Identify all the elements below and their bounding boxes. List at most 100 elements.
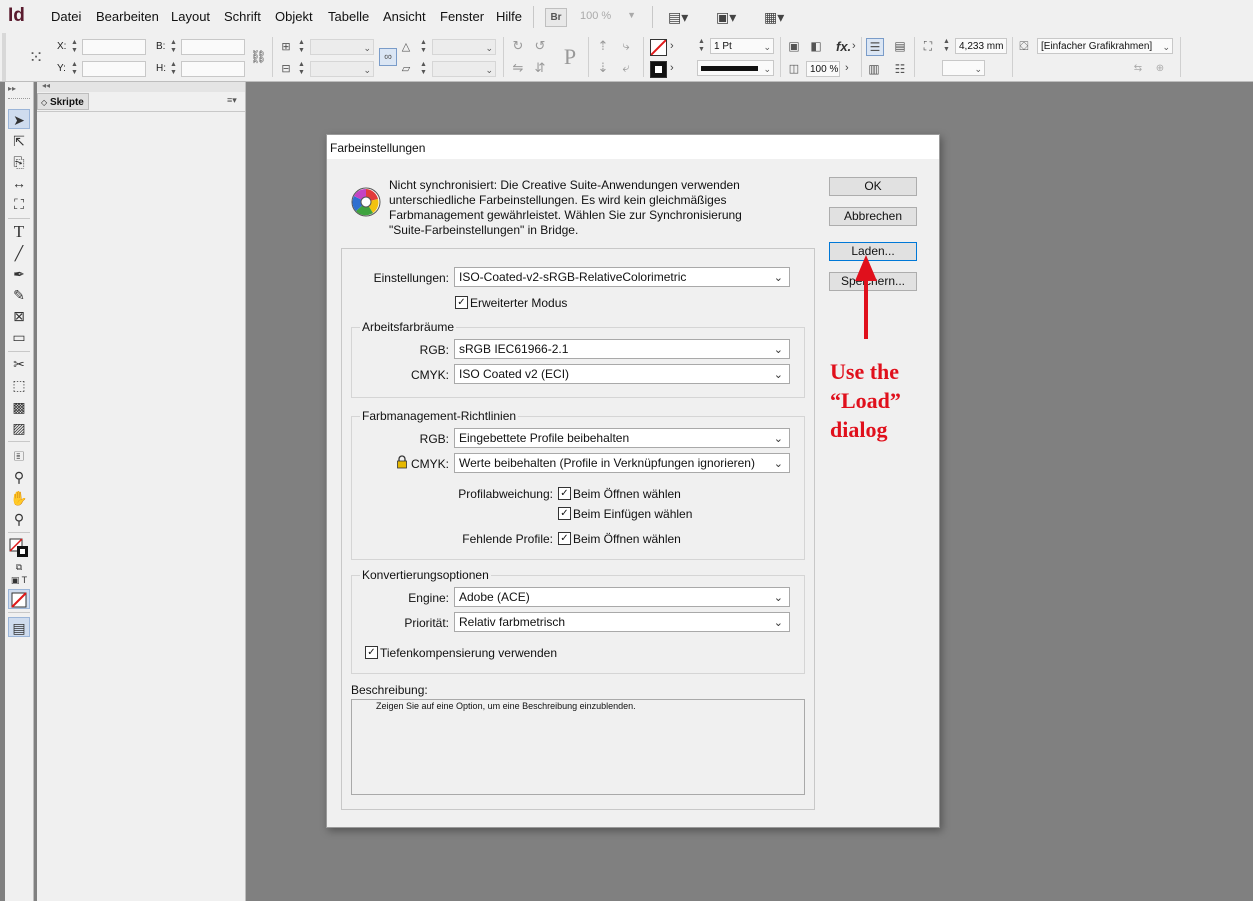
scale-x-field[interactable]: ⌄ [310, 39, 374, 55]
arrange-documents-icon[interactable]: ▦▾ [764, 9, 792, 25]
mismatch-ask-paste-checkbox[interactable]: ✓ [558, 507, 571, 520]
screen-mode-icon[interactable]: ▣▾ [716, 9, 744, 25]
corner-options-icon[interactable]: ⛶ [920, 38, 936, 54]
content-collector-icon[interactable]: ⛶ [8, 194, 30, 214]
height-field[interactable] [181, 61, 245, 77]
panel-menu-icon[interactable]: ≡▾ [227, 95, 237, 106]
view-options-icon[interactable]: ▤▾ [668, 9, 696, 25]
rectangle-tool-icon[interactable]: ▭ [8, 327, 30, 347]
scissors-tool-icon[interactable]: ✂ [8, 354, 30, 374]
policy-rgb-select[interactable]: Eingebettete Profile beibehalten ⌄ [454, 428, 790, 448]
spacing-field[interactable]: 4,233 mm [955, 38, 1007, 54]
menu-datei[interactable]: Datei [51, 9, 81, 24]
flip-vertical-icon[interactable]: ⇵ [532, 60, 548, 76]
select-content-icon[interactable]: ⇣ [595, 60, 611, 76]
object-style-select[interactable]: [Einfacher Grafikrahmen] ⌄ [1037, 38, 1173, 54]
opacity-field[interactable]: 100 % [806, 61, 840, 77]
control-bar-gripper[interactable] [2, 33, 6, 81]
h-spinner[interactable]: ▲ ▼ [169, 61, 178, 77]
stroke-weight-spinner[interactable]: ▲ ▼ [697, 38, 706, 54]
corner-shape-select[interactable]: ⌄ [942, 60, 985, 76]
mismatch-ask-open-checkbox[interactable]: ✓ [558, 487, 571, 500]
rotate-field[interactable]: ⌄ [432, 39, 496, 55]
fx-menu-arrow-icon[interactable]: › [852, 40, 856, 52]
scale-y-field[interactable]: ⌄ [310, 61, 374, 77]
new-style-icon[interactable]: ⊕ [1152, 61, 1168, 77]
ok-button[interactable]: OK [829, 177, 917, 196]
rectangle-frame-tool-icon[interactable]: ⊠ [8, 306, 30, 326]
note-tool-icon[interactable]: 🗉 [8, 446, 30, 466]
collapse-toolbar-icon[interactable]: ▸▸ [8, 84, 16, 93]
menu-objekt[interactable]: Objekt [275, 9, 313, 24]
stroke-swatch[interactable] [650, 61, 667, 78]
settings-select[interactable]: ISO-Coated-v2-sRGB-RelativeColorimetric … [454, 267, 790, 287]
gradient-swatch-tool-icon[interactable]: ▩ [8, 397, 30, 417]
rotate-ccw-icon[interactable]: ↺ [532, 38, 548, 54]
menu-ansicht[interactable]: Ansicht [383, 9, 426, 24]
line-tool-icon[interactable]: ╱ [8, 243, 30, 263]
menu-tabelle[interactable]: Tabelle [328, 9, 369, 24]
engine-select[interactable]: Adobe (ACE) ⌄ [454, 587, 790, 607]
cancel-button[interactable]: Abbrechen [829, 207, 917, 226]
clear-overrides-icon[interactable]: ⇆ [1130, 61, 1146, 77]
shear-field[interactable]: ⌄ [432, 61, 496, 77]
black-point-compensation-checkbox[interactable]: ✓ [365, 646, 378, 659]
stroke-menu-arrow-icon[interactable]: › [670, 62, 674, 74]
eyedropper-tool-icon[interactable]: ⚲ [8, 467, 30, 487]
type-tool-icon[interactable]: T [8, 222, 30, 242]
hand-tool-icon[interactable]: ✋ [8, 488, 30, 508]
menu-hilfe[interactable]: Hilfe [496, 9, 522, 24]
x-field[interactable] [82, 39, 146, 55]
effects-fx-icon[interactable]: fx. [836, 39, 851, 54]
intent-select[interactable]: Relativ farbmetrisch ⌄ [454, 612, 790, 632]
fill-menu-arrow-icon[interactable]: › [670, 40, 674, 52]
page-tool-icon[interactable]: ⎘ [8, 152, 30, 172]
menu-bearbeiten[interactable]: Bearbeiten [96, 9, 159, 24]
selection-tool-icon[interactable]: ➤ [8, 109, 30, 129]
width-field[interactable] [181, 39, 245, 55]
toolbar-gripper[interactable] [8, 98, 30, 101]
opacity-menu-arrow-icon[interactable]: › [845, 62, 849, 74]
policy-cmyk-select[interactable]: Werte beibehalten (Profile in Verknüpfun… [454, 453, 790, 473]
collapse-panel-icon[interactable]: ◂◂ [42, 81, 50, 90]
x-spinner[interactable]: ▲ ▼ [70, 39, 79, 55]
formatting-affects-icon[interactable]: ▣ T [8, 573, 30, 587]
drop-shadow-icon[interactable]: ▣ [786, 38, 802, 54]
rotate-spinner[interactable]: ▲ ▼ [419, 39, 428, 55]
select-container-icon[interactable]: ⇡ [595, 38, 611, 54]
scripts-tab[interactable]: ◇ Skripte [37, 93, 89, 110]
y-field[interactable] [82, 61, 146, 77]
working-cmyk-select[interactable]: ISO Coated v2 (ECI) ⌄ [454, 364, 790, 384]
free-transform-tool-icon[interactable]: ⬚ [8, 375, 30, 395]
flip-horizontal-icon[interactable]: ⇋ [510, 60, 526, 76]
select-next-icon[interactable]: ⤶ [618, 60, 634, 76]
select-previous-icon[interactable]: ⤷ [618, 38, 634, 54]
advanced-mode-checkbox[interactable]: ✓ [455, 296, 468, 309]
text-wrap-none-icon[interactable]: ☰ [866, 38, 884, 56]
zoom-tool-icon[interactable]: ⚲ [8, 509, 30, 529]
zoom-level[interactable]: 100 % ▼ [580, 10, 636, 25]
apply-none-icon[interactable] [8, 589, 30, 609]
text-wrap-jump-icon[interactable]: ☷ [892, 61, 908, 77]
effects-box-icon[interactable]: ◧ [808, 38, 824, 54]
default-colors-icon[interactable]: ⧉ [8, 560, 30, 574]
menu-layout[interactable]: Layout [171, 9, 210, 24]
constrain-scale-icon[interactable]: ∞ [379, 48, 397, 66]
text-wrap-bbox-icon[interactable]: ▤ [892, 38, 908, 54]
bridge-button[interactable]: Br [545, 8, 567, 27]
spacing-spinner[interactable]: ▲ ▼ [942, 38, 951, 54]
fill-stroke-swatches[interactable] [9, 538, 29, 558]
menu-fenster[interactable]: Fenster [440, 9, 484, 24]
pencil-tool-icon[interactable]: ✎ [8, 285, 30, 305]
direct-selection-tool-icon[interactable]: ⇱ [8, 131, 30, 151]
gradient-feather-tool-icon[interactable]: ▨ [8, 418, 30, 438]
screen-mode-tool-icon[interactable]: ▤ [8, 617, 30, 637]
constrain-proportions-icon[interactable]: ⛓ [250, 49, 267, 65]
stroke-weight-field[interactable]: 1 Pt ⌄ [710, 38, 774, 54]
shear-spinner[interactable]: ▲ ▼ [419, 61, 428, 77]
rotate-cw-icon[interactable]: ↻ [510, 38, 526, 54]
gap-tool-icon[interactable]: ↔ [8, 173, 30, 193]
scale-y-spinner[interactable]: ▲ ▼ [297, 61, 306, 77]
pen-tool-icon[interactable]: ✒ [8, 264, 30, 284]
reference-point-icon[interactable]: ⁙ [25, 46, 47, 68]
